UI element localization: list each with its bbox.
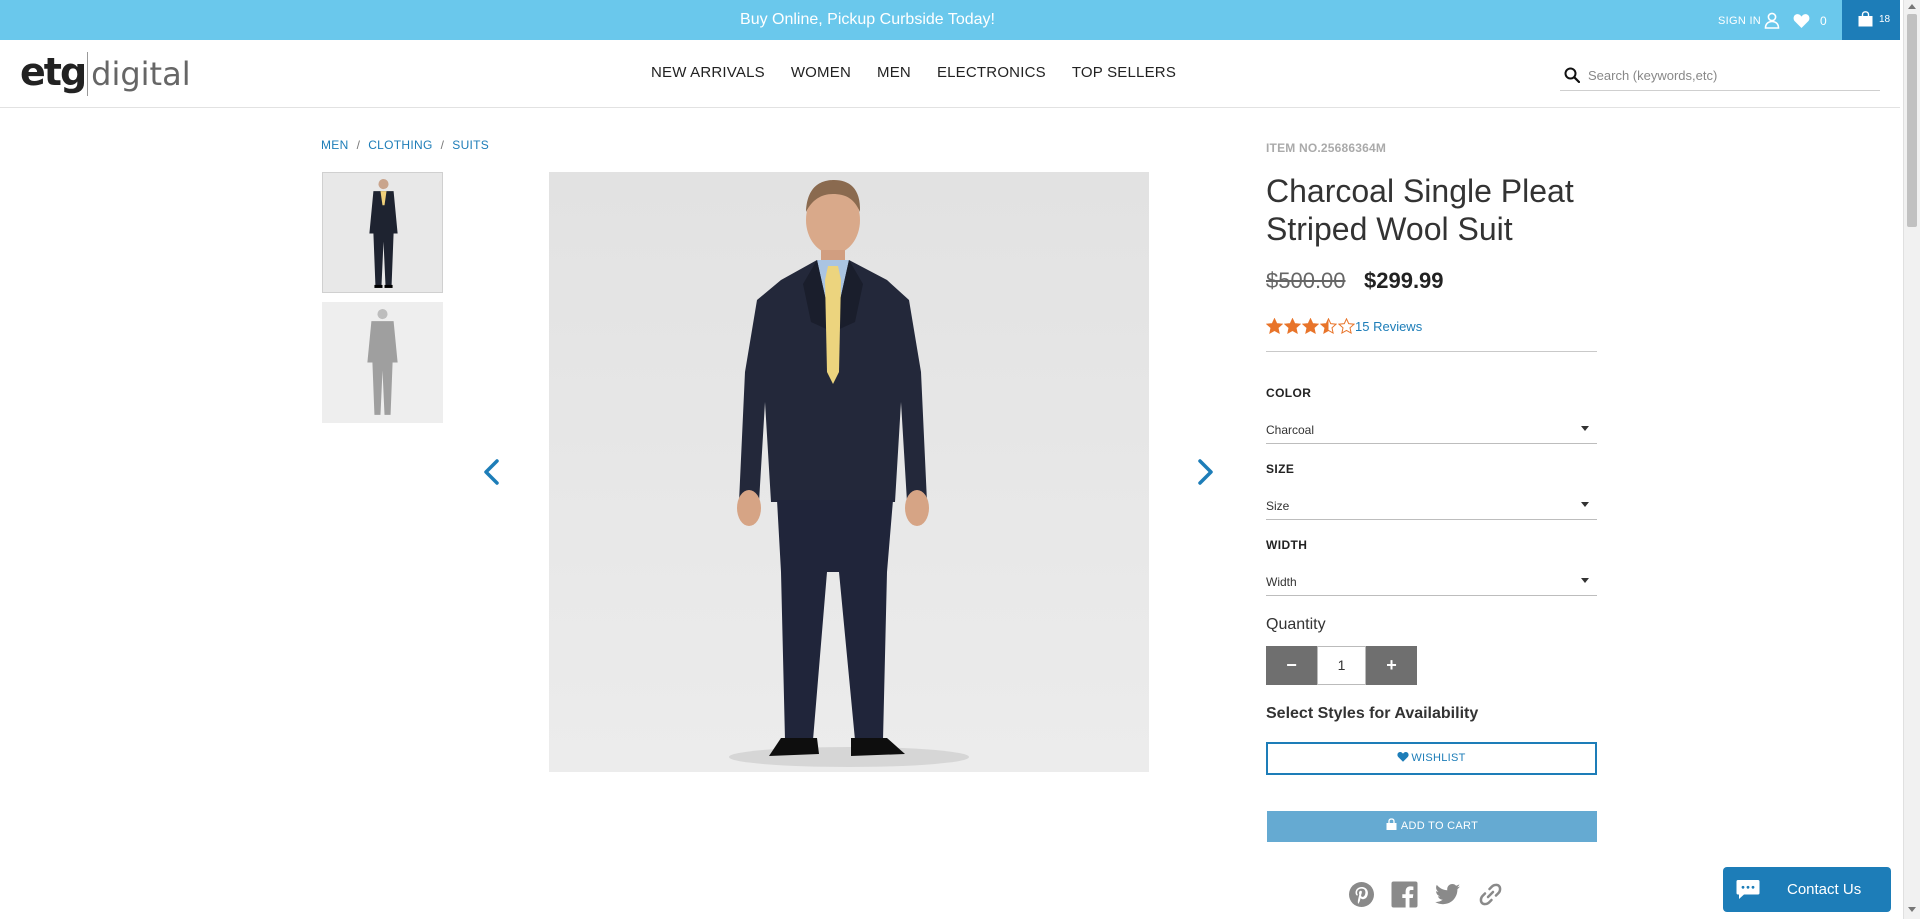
search-input[interactable] [1588, 63, 1868, 87]
breadcrumb-men[interactable]: MEN [321, 138, 349, 152]
cart-button[interactable]: 18 [1842, 0, 1900, 40]
scroll-down-arrow-icon[interactable] [1908, 907, 1916, 912]
scroll-up-arrow-icon[interactable] [1908, 4, 1916, 9]
social-share [1348, 881, 1504, 908]
twitter-icon[interactable] [1434, 881, 1461, 908]
promo-bar: Buy Online, Pickup Curbside Today! SIGN … [0, 0, 1900, 40]
rating-stars[interactable] [1266, 318, 1355, 335]
product-title: Charcoal Single Pleat Striped Wool Suit [1266, 173, 1574, 247]
original-price: $500.00 [1266, 268, 1346, 293]
promo-message: Buy Online, Pickup Curbside Today! [740, 11, 995, 28]
add-to-cart-label: ADD TO CART [1400, 820, 1479, 832]
scroll-thumb[interactable] [1907, 14, 1917, 227]
breadcrumb-suits[interactable]: SUITS [452, 138, 489, 152]
star-filled-icon [1266, 318, 1283, 334]
star-filled-icon [1302, 318, 1319, 334]
width-label: WIDTH [1266, 538, 1308, 552]
quantity-increase-button[interactable]: + [1366, 646, 1417, 685]
quantity-label: Quantity [1266, 616, 1326, 633]
suit-model-photo [549, 172, 1149, 772]
nav-women[interactable]: WOMEN [778, 40, 864, 108]
contact-us-button[interactable]: Contact Us [1723, 867, 1891, 912]
quantity-decrease-button[interactable]: − [1266, 646, 1317, 685]
width-selected-value: Width [1266, 575, 1297, 589]
quantity-stepper: − 1 + [1266, 646, 1417, 685]
user-icon[interactable] [1764, 12, 1780, 29]
chat-bubble-icon [1736, 880, 1760, 899]
pinterest-icon[interactable] [1348, 881, 1375, 908]
size-select[interactable]: Size [1266, 492, 1597, 520]
lock-icon [1386, 818, 1397, 830]
page-scrollbar[interactable] [1903, 0, 1920, 919]
breadcrumb: MEN / CLOTHING / SUITS [321, 138, 489, 152]
logo-mark: etg [20, 50, 87, 94]
breadcrumb-clothing[interactable]: CLOTHING [368, 138, 432, 152]
main-product-image[interactable] [549, 172, 1149, 772]
chevron-down-icon [1581, 502, 1589, 507]
nav-men[interactable]: MEN [864, 40, 924, 108]
quantity-input[interactable]: 1 [1317, 646, 1366, 685]
search-bar [1560, 59, 1880, 91]
site-header: etg digital NEW ARRIVALS WOMEN MEN ELECT… [0, 40, 1900, 108]
nav-electronics[interactable]: ELECTRONICS [924, 40, 1059, 108]
chevron-down-icon [1581, 578, 1589, 583]
facebook-icon[interactable] [1391, 881, 1418, 908]
wishlist-button-label: WISHLIST [1411, 752, 1466, 764]
size-selected-value: Size [1266, 499, 1290, 513]
item-number: ITEM NO.25686364M [1266, 141, 1387, 155]
shopping-bag-icon [1858, 11, 1873, 27]
breadcrumb-separator: / [440, 138, 445, 152]
size-label: SIZE [1266, 462, 1295, 476]
reviews-link[interactable]: 15 Reviews [1355, 319, 1422, 334]
availability-text: Select Styles for Availability [1266, 705, 1479, 722]
sale-price: $299.99 [1364, 268, 1444, 293]
star-empty-icon [1338, 318, 1355, 334]
main-nav: NEW ARRIVALS WOMEN MEN ELECTRONICS TOP S… [638, 40, 1189, 108]
breadcrumb-separator: / [356, 138, 361, 152]
product-page: Buy Online, Pickup Curbside Today! SIGN … [0, 0, 1920, 919]
width-select[interactable]: Width [1266, 568, 1597, 596]
color-select[interactable]: Charcoal [1266, 416, 1597, 444]
search-icon[interactable] [1564, 67, 1580, 83]
suit-front-thumbnail-image [323, 173, 442, 292]
chevron-down-icon [1581, 426, 1589, 431]
color-label: COLOR [1266, 386, 1312, 400]
add-to-cart-button[interactable]: ADD TO CART [1267, 811, 1597, 842]
wishlist-button[interactable]: WISHLIST [1266, 742, 1597, 775]
nav-new-arrivals[interactable]: NEW ARRIVALS [638, 40, 778, 108]
star-half-icon [1320, 318, 1337, 334]
divider [1266, 351, 1597, 352]
link-icon[interactable] [1477, 881, 1504, 908]
color-selected-value: Charcoal [1266, 423, 1315, 437]
previous-image-arrow-icon[interactable] [480, 458, 504, 486]
wishlist-count: 0 [1820, 14, 1827, 28]
wishlist-heart-icon[interactable] [1793, 13, 1810, 28]
thumbnail-back[interactable] [322, 302, 443, 423]
thumbnail-front[interactable] [322, 172, 443, 293]
next-image-arrow-icon[interactable] [1193, 458, 1217, 486]
contact-us-label: Contact Us [1787, 881, 1862, 898]
cart-count: 18 [1879, 14, 1891, 25]
star-filled-icon [1284, 318, 1301, 334]
sign-in-link[interactable]: SIGN IN [1718, 0, 1761, 42]
heart-icon [1397, 751, 1409, 762]
nav-top-sellers[interactable]: TOP SELLERS [1059, 40, 1189, 108]
suit-back-thumbnail-image [322, 302, 443, 423]
logo-text: digital [87, 52, 191, 96]
site-logo[interactable]: etg digital [20, 50, 191, 96]
